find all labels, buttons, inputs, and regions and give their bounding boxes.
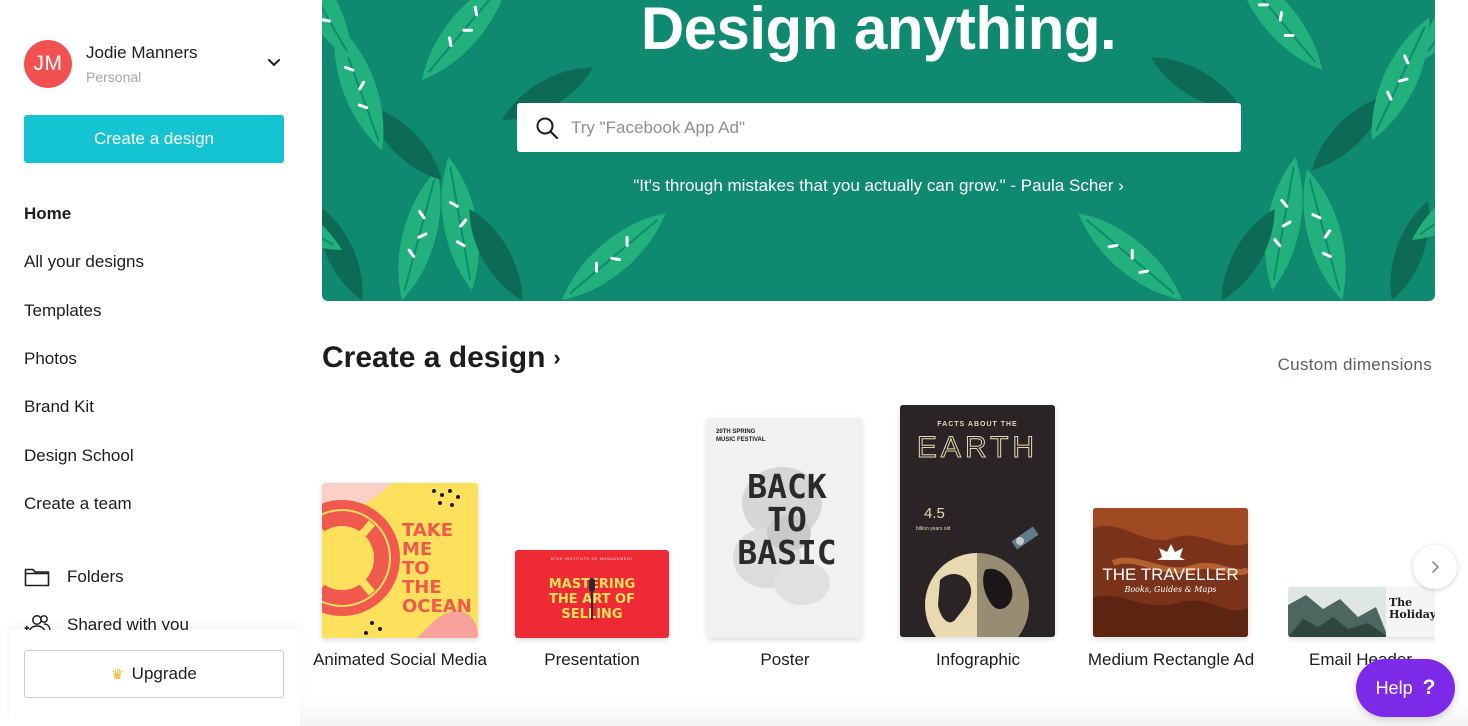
thumb-headline: TAKE ME TO THE OCEAN: [402, 520, 472, 617]
card-label: Infographic: [935, 650, 1021, 669]
chevron-right-icon: [1432, 561, 1440, 573]
create-design-button[interactable]: Create a design: [24, 115, 284, 163]
sidebar-item-brand-kit[interactable]: Brand Kit: [24, 383, 284, 431]
hero-quote-link[interactable]: "It's through mistakes that you actually…: [322, 176, 1435, 196]
search-icon: [536, 117, 559, 139]
sidebar-item-folders[interactable]: Folders: [24, 553, 284, 601]
card-label: Animated Social Media: [313, 650, 487, 669]
sidebar: JM Jodie Manners Personal Create a desig…: [0, 0, 300, 726]
thumb-top-text: 20TH SPRING MUSIC FESTIVAL: [716, 429, 766, 443]
sidebar-item-all-designs[interactable]: All your designs: [24, 238, 284, 286]
section-title: Create a design: [322, 341, 546, 374]
create-design-heading[interactable]: Create a design ›: [322, 341, 561, 375]
card-label: Presentation: [544, 650, 640, 669]
design-card-medium-rectangle-ad[interactable]: THE TRAVELLER Books, Guides & Maps Mediu…: [1088, 508, 1254, 703]
folder-icon: [24, 566, 52, 588]
search-bar[interactable]: [517, 103, 1241, 152]
hero-banner: Design anything. "It's through mistakes …: [322, 0, 1435, 301]
design-card-poster[interactable]: 20TH SPRING MUSIC FESTIVAL BACK TO BASIC…: [707, 418, 863, 688]
design-thumbnail: TAKE ME TO THE OCEAN: [322, 483, 478, 638]
card-label: Medium Rectangle Ad: [1087, 650, 1255, 669]
design-thumbnail: FACTS ABOUT THE EARTH 4.5 billion years …: [900, 405, 1055, 637]
thumb-top-text: FACTS ABOUT THE: [937, 421, 1018, 428]
thumb-headline: EARTH: [916, 431, 1039, 465]
sidebar-item-home[interactable]: Home: [24, 190, 284, 238]
thumb-headline: THE TRAVELLER: [1102, 565, 1239, 584]
upgrade-button[interactable]: ♛ Upgrade: [24, 650, 284, 698]
sidebar-nav: Home All your designs Templates Photos B…: [24, 190, 284, 528]
question-icon: ?: [1422, 676, 1436, 699]
sidebar-item-design-school[interactable]: Design School: [24, 431, 284, 479]
sidebar-item-templates[interactable]: Templates: [24, 287, 284, 335]
help-label: Help: [1375, 677, 1413, 698]
design-thumbnail: THE TRAVELLER Books, Guides & Maps: [1093, 508, 1248, 637]
upgrade-label: Upgrade: [131, 664, 197, 683]
chevron-down-icon[interactable]: [266, 54, 282, 70]
thumb-value: 4.5: [924, 505, 945, 522]
design-card-animated-social-media[interactable]: TAKE ME TO THE OCEAN Animated Social Med…: [313, 483, 487, 703]
bottom-fade: [300, 700, 1468, 726]
avatar: JM: [24, 40, 72, 88]
help-button[interactable]: Help ?: [1356, 659, 1455, 717]
account-switcher[interactable]: JM Jodie Manners Personal: [24, 38, 286, 90]
custom-dimensions-link[interactable]: Custom dimensions: [1278, 355, 1432, 375]
design-card-presentation[interactable]: ATHE INSTITUTE OF MANAGEMENT MASTERING T…: [515, 550, 671, 680]
thumb-subtext: billion years old: [916, 526, 951, 532]
carousel-next-button[interactable]: [1413, 545, 1457, 589]
design-card-infographic[interactable]: FACTS ABOUT THE EARTH 4.5 billion years …: [900, 405, 1056, 675]
thumb-headline: The Holiday: [1389, 596, 1435, 621]
user-name: Jodie Manners: [86, 43, 198, 62]
design-thumbnail: 20TH SPRING MUSIC FESTIVAL BACK TO BASIC: [707, 418, 862, 638]
chevron-right-icon: ›: [553, 345, 561, 370]
upgrade-panel: ♛ Upgrade: [10, 630, 300, 726]
sidebar-item-photos[interactable]: Photos: [24, 335, 284, 383]
sidebar-item-create-team[interactable]: Create a team: [24, 480, 284, 528]
crown-icon: ♛: [111, 665, 124, 682]
microphone-icon: [589, 578, 595, 620]
sidebar-item-label: Folders: [67, 567, 124, 586]
design-thumbnail: ATHE INSTITUTE OF MANAGEMENT MASTERING T…: [515, 550, 669, 638]
thumb-headline: BACK TO BASIC: [737, 467, 837, 572]
hero-title: Design anything.: [640, 0, 1117, 62]
thumb-subtext: Books, Guides & Maps: [1124, 585, 1217, 594]
design-thumbnail: The Holiday: [1288, 587, 1435, 637]
card-label: Poster: [760, 650, 810, 669]
search-input[interactable]: [571, 117, 1211, 138]
user-plan: Personal: [86, 69, 142, 85]
